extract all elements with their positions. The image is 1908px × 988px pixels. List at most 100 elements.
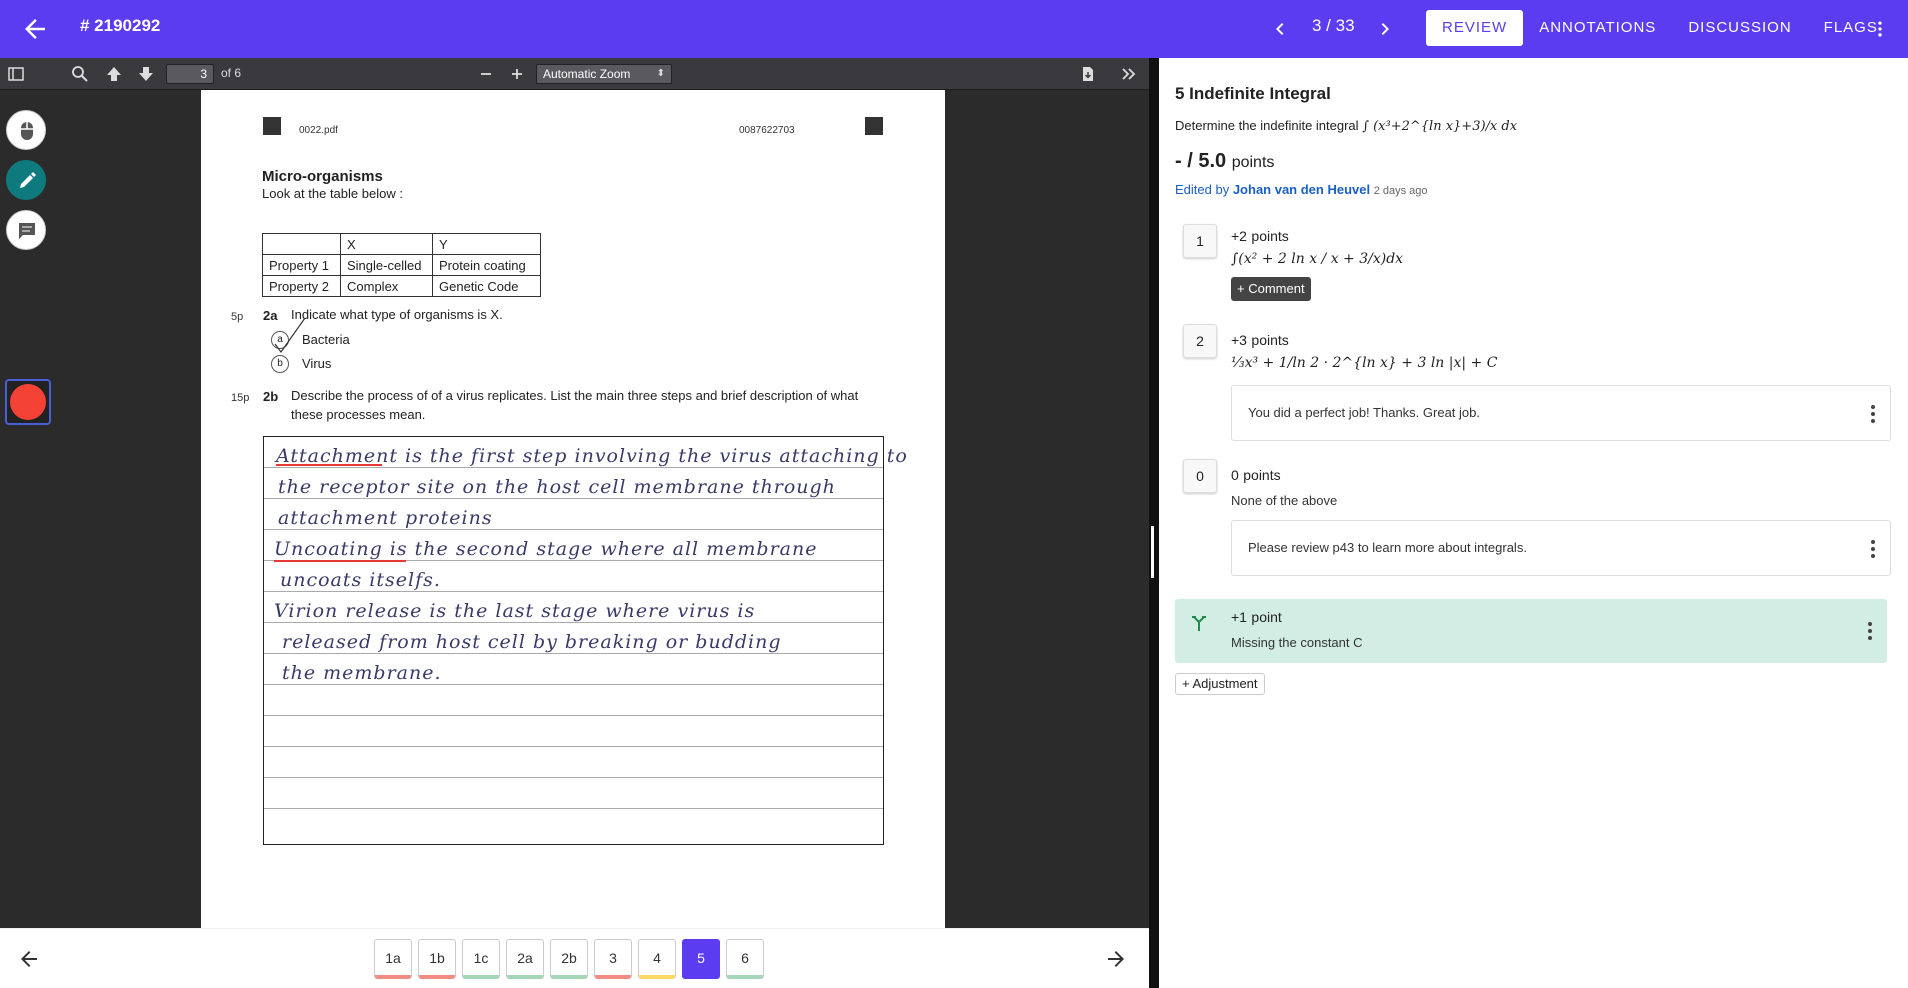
mouse-tool[interactable] xyxy=(6,110,46,150)
status-bar xyxy=(683,975,719,979)
page-code: 0087622703 xyxy=(739,125,795,136)
more-tools-icon[interactable] xyxy=(1119,64,1139,84)
question-text: Indicate what type of organisms is X. xyxy=(291,307,503,322)
rubric-points-unit: points xyxy=(1251,332,1289,348)
rubric-points-unit: points xyxy=(1243,467,1281,483)
ruled-line xyxy=(264,808,883,809)
zoom-out-icon[interactable] xyxy=(476,64,496,84)
question-button-label: 2b xyxy=(561,950,577,966)
chevron-right-icon[interactable] xyxy=(1373,15,1397,43)
chevron-left-icon[interactable] xyxy=(1268,15,1292,43)
adjustment-card: +1 point Missing the constant C xyxy=(1175,599,1887,663)
add-comment-button[interactable]: + Comment xyxy=(1231,277,1311,301)
rubric-points-value: +2 xyxy=(1231,228,1247,244)
question-points: 15p xyxy=(231,392,250,404)
back-arrow-icon[interactable] xyxy=(20,14,50,44)
question-button-label: 1a xyxy=(385,950,401,966)
question-button-5[interactable]: 5 xyxy=(682,939,720,979)
adjustment-description: Missing the constant C xyxy=(1231,635,1363,650)
question-button-1a[interactable]: 1a xyxy=(374,939,412,979)
rubric-points: 0 points xyxy=(1231,467,1281,485)
registration-mark xyxy=(865,117,883,135)
add-adjustment-button[interactable]: + Adjustment xyxy=(1175,673,1265,695)
arrow-left-icon[interactable] xyxy=(17,947,41,971)
question-button-6[interactable]: 6 xyxy=(726,939,764,979)
question-text: Describe the process of of a virus repli… xyxy=(291,388,859,422)
status-bar xyxy=(639,975,675,979)
table-cell: Genetic Code xyxy=(432,275,541,297)
rubric-description: None of the above xyxy=(1231,493,1338,508)
zoom-select-label: Automatic Zoom xyxy=(543,67,631,81)
submission-counter: 3 / 33 xyxy=(1312,16,1355,35)
adjustment-points-value: +1 xyxy=(1231,609,1247,625)
rubric-key-2[interactable]: 2 xyxy=(1183,324,1217,358)
score-value: - / 5.0 xyxy=(1175,150,1227,172)
zoom-in-icon[interactable] xyxy=(507,64,527,84)
question-button-2b[interactable]: 2b xyxy=(550,939,588,979)
pen-tool[interactable] xyxy=(6,160,46,200)
tab-annotations[interactable]: ANNOTATIONS xyxy=(1523,10,1672,46)
edited-time: 2 days ago xyxy=(1373,185,1428,197)
status-bar xyxy=(551,975,587,979)
page-up-icon[interactable] xyxy=(104,64,124,84)
description-formula: ∫ (x³+2^{ln x}+3)/x dx xyxy=(1362,119,1518,134)
edited-info: Edited by Johan van den Heuvel 2 days ag… xyxy=(1175,182,1428,197)
resize-handle[interactable] xyxy=(1151,526,1154,578)
adjustment-points: +1 point xyxy=(1231,609,1282,627)
comment-tool[interactable] xyxy=(6,210,46,250)
question-description: Determine the indefinite integral ∫ (x³+… xyxy=(1175,118,1517,134)
pdf-viewer: 3 of 6 Automatic Zoom ⬍ 0022.pdf 00876227… xyxy=(0,58,1149,988)
rubric-key-0[interactable]: 0 xyxy=(1183,459,1217,493)
download-icon[interactable] xyxy=(1078,64,1098,84)
option-label: Bacteria xyxy=(302,332,350,347)
question-points: 5p xyxy=(231,311,244,323)
table-cell: Property 1 xyxy=(262,254,341,276)
section-subtitle: Look at the table below : xyxy=(262,186,403,201)
question-button-2a[interactable]: 2a xyxy=(506,939,544,979)
table-cell: X xyxy=(340,233,433,255)
question-button-1b[interactable]: 1b xyxy=(418,939,456,979)
handwriting-line: Uncoating is the second stage where all … xyxy=(274,538,818,560)
question-button-1c[interactable]: 1c xyxy=(462,939,500,979)
option-label: Virus xyxy=(302,356,332,371)
question-button-4[interactable]: 4 xyxy=(638,939,676,979)
rubric-key-1[interactable]: 1 xyxy=(1183,224,1217,258)
rubric-points-unit: points xyxy=(1251,228,1289,244)
editor-name[interactable]: Johan van den Heuvel xyxy=(1233,182,1370,197)
question-button-label: 3 xyxy=(609,950,617,966)
arrow-right-icon[interactable] xyxy=(1104,947,1128,971)
more-vert-icon[interactable] xyxy=(1870,539,1876,559)
page-number-input[interactable]: 3 xyxy=(166,64,214,84)
registration-mark xyxy=(263,117,281,135)
answer-box: Attachment is the first step involving t… xyxy=(263,436,907,845)
panel-divider[interactable] xyxy=(1149,58,1159,988)
table-row: Property 2 Complex Genetic Code xyxy=(262,275,541,297)
color-picker[interactable] xyxy=(5,379,51,425)
rubric-formula: ∫(x² + 2 ln x / x + 3/x)dx xyxy=(1231,251,1404,267)
table-cell: Complex xyxy=(340,275,433,297)
edited-prefix: Edited by xyxy=(1175,182,1230,197)
pdf-page: 0022.pdf 0087622703 Micro-organisms Look… xyxy=(201,90,945,928)
handwriting-line: Virion release is the last stage where v… xyxy=(274,600,756,622)
top-bar: # 2190292 3 / 33 REVIEW ANNOTATIONS DISC… xyxy=(0,0,1908,58)
question-button-3[interactable]: 3 xyxy=(594,939,632,979)
table-cell xyxy=(262,233,341,255)
page-down-icon[interactable] xyxy=(136,64,156,84)
search-icon[interactable] xyxy=(70,64,90,84)
status-bar xyxy=(595,975,631,979)
tab-review[interactable]: REVIEW xyxy=(1426,10,1524,46)
more-vert-icon[interactable] xyxy=(1870,404,1876,424)
tab-discussion[interactable]: DISCUSSION xyxy=(1672,10,1807,46)
question-button-label: 6 xyxy=(741,950,749,966)
sidebar-toggle-icon[interactable] xyxy=(6,64,26,84)
handwriting-line: uncoats itselfs. xyxy=(280,569,441,591)
question-button-label: 2a xyxy=(517,950,533,966)
table-cell: Protein coating xyxy=(432,254,541,276)
zoom-select[interactable]: Automatic Zoom ⬍ xyxy=(536,64,672,84)
score-display: - / 5.0 points xyxy=(1175,150,1274,173)
more-vert-icon[interactable] xyxy=(1870,15,1890,43)
status-bar xyxy=(375,975,411,979)
more-vert-icon[interactable] xyxy=(1867,621,1873,641)
table-cell: Y xyxy=(432,233,541,255)
feedback-text: You did a perfect job! Thanks. Great job… xyxy=(1248,405,1480,420)
